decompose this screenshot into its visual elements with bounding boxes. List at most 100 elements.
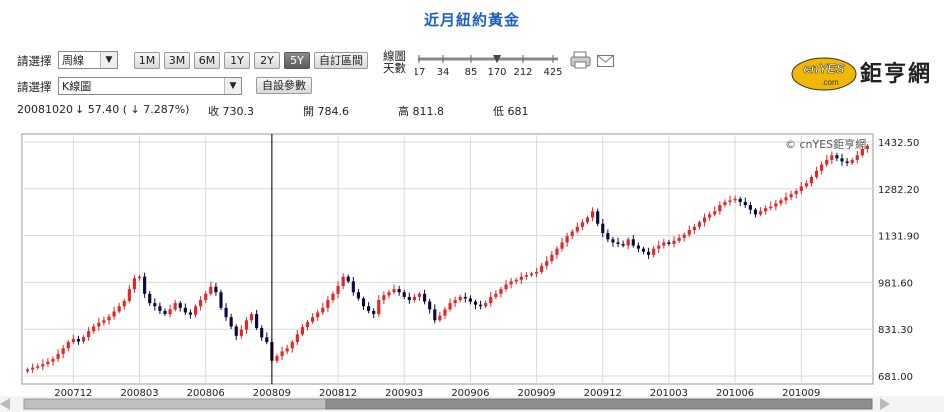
line-days-slider-track[interactable]: 17 34 85 170 212 425 [413, 52, 565, 78]
candle-body [209, 286, 213, 294]
candle-body [219, 292, 223, 308]
candle-body [97, 322, 101, 327]
candle-body [764, 208, 768, 212]
line-days-label-2: 天數 [383, 61, 406, 75]
candle-body [285, 348, 289, 352]
candle-body [758, 211, 763, 215]
candle-body [779, 200, 783, 204]
chevron-down-icon[interactable]: ▼ [224, 78, 241, 94]
candle-body [769, 206, 773, 209]
range-button-3m[interactable]: 3M [164, 52, 190, 69]
candle-body [265, 337, 269, 343]
candle-body [204, 293, 208, 301]
stat-date: 20081020 [17, 103, 73, 116]
candle-body [193, 306, 198, 315]
candle-body [46, 361, 50, 365]
candle-body [392, 289, 396, 293]
range-button-1m[interactable]: 1M [134, 52, 160, 69]
period-select[interactable]: 周線 ▼ [58, 51, 118, 69]
x-tick-label: 200909 [517, 388, 555, 396]
candle-body [540, 265, 544, 272]
candle-body [163, 310, 167, 315]
candle-body [774, 203, 778, 207]
candle-body [76, 338, 81, 342]
range-button-2y[interactable]: 2Y [254, 52, 280, 69]
candle-body [158, 306, 162, 311]
candle-body [122, 300, 126, 307]
x-tick-label: 201003 [650, 388, 688, 396]
candle-body [341, 276, 345, 287]
params-button[interactable]: 自設參數 [256, 77, 312, 94]
range-button-5y[interactable]: 5Y [284, 52, 310, 69]
candle-body [25, 369, 30, 372]
candle-body [183, 307, 187, 313]
cnyes-logo[interactable]: cnYES .com 鉅亨網 [790, 51, 938, 97]
candle-body [311, 317, 315, 322]
candle-body [112, 311, 116, 317]
candle-body [316, 312, 320, 318]
x-tick-label: 200803 [120, 388, 158, 396]
range-button-6m[interactable]: 6M [194, 52, 220, 69]
candle-body [153, 303, 157, 307]
chart-scrollbar[interactable] [0, 396, 944, 412]
candle-body [504, 284, 508, 290]
candle-body [702, 217, 707, 223]
y-tick-label: 1432.50 [878, 138, 919, 149]
candle-body [443, 309, 447, 316]
candle-body [229, 317, 233, 327]
printer-icon[interactable] [570, 50, 592, 73]
candle-body [428, 301, 432, 310]
candle-body [728, 200, 732, 202]
candle-body [168, 309, 172, 315]
candle-body [733, 198, 737, 201]
slider-tick-label: 170 [487, 67, 506, 78]
x-tick-label: 200809 [253, 388, 291, 396]
candle-body [621, 243, 625, 246]
candle-body [743, 201, 747, 206]
x-tick-label: 200806 [187, 388, 225, 396]
candle-body [107, 316, 111, 321]
candle-body [300, 327, 305, 335]
x-tick-label: 201006 [716, 388, 754, 396]
candle-body [351, 281, 355, 293]
line-days-slider[interactable]: 17 34 85 170 212 425 [413, 52, 565, 78]
stat-low: 低 681 [493, 105, 529, 118]
candle-body [799, 186, 803, 192]
candle-body [234, 326, 238, 336]
mail-icon[interactable] [597, 55, 615, 71]
range-button-1y[interactable]: 1Y [224, 52, 250, 69]
chart-type-select[interactable]: K線圖 ▼ [58, 77, 242, 95]
candle-body [585, 217, 590, 223]
candle-body [280, 351, 284, 357]
candle-body [606, 233, 610, 240]
candle-body [590, 211, 595, 218]
candle-body [173, 303, 177, 310]
x-tick-label: 200812 [319, 388, 357, 396]
candle-body [326, 300, 330, 308]
candle-body [336, 286, 340, 294]
chevron-down-icon[interactable]: ▼ [100, 52, 117, 68]
stat-change: ↓ 57.40 ( ↓ 7.287%) [75, 103, 190, 116]
scroll-thumb[interactable] [325, 398, 873, 410]
candle-body [92, 326, 96, 332]
candle-body [56, 353, 60, 359]
slider-tick-label: 85 [465, 67, 478, 78]
candle-body [657, 245, 661, 249]
candle-body [127, 289, 131, 301]
candle-body [484, 303, 488, 307]
candle-body [81, 337, 86, 342]
candlestick-chart[interactable]: 1432.501282.201131.90981.60831.30681.00 … [0, 128, 944, 396]
candle-body [865, 145, 870, 150]
candle-body [295, 334, 299, 343]
candle-body [463, 296, 467, 299]
candle-body [188, 312, 193, 315]
candle-body [636, 245, 640, 249]
candle-body [524, 275, 528, 277]
candle-body [367, 306, 371, 311]
candle-body [458, 296, 462, 301]
candle-body [331, 293, 335, 301]
stat-close: 收 730.3 [208, 105, 254, 118]
range-button-自訂區間[interactable]: 自訂區間 [314, 52, 368, 69]
x-tick-label: 201009 [782, 388, 820, 396]
candle-body [453, 300, 457, 304]
